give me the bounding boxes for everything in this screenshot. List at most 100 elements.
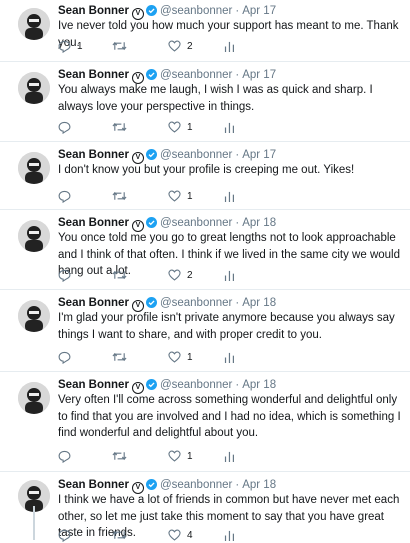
tweet-date[interactable]: Apr 17 — [242, 69, 276, 81]
analytics-button[interactable] — [224, 119, 235, 135]
tweet[interactable]: Sean Bonner V @seanbonner · Apr 17 You alway… — [0, 62, 410, 142]
analytics-icon — [224, 352, 235, 363]
tweet-feed: Sean Bonner V @seanbonner · Apr 17 Ive never… — [0, 0, 410, 543]
tweet-actions: 2 — [58, 267, 410, 283]
retweet-icon — [112, 121, 127, 133]
retweet-button[interactable] — [112, 119, 133, 135]
author-name[interactable]: Sean Bonner — [58, 5, 129, 17]
retweet-button[interactable] — [112, 448, 133, 464]
retweet-button[interactable] — [112, 527, 133, 543]
like-button[interactable]: 2 — [168, 267, 193, 283]
author-name[interactable]: Sean Bonner — [58, 297, 129, 309]
analytics-button[interactable] — [224, 349, 235, 365]
retweet-icon — [112, 351, 127, 363]
tweet[interactable]: Sean Bonner V @seanbonner · Apr 17 I don't k… — [0, 142, 410, 210]
tweet[interactable]: Sean Bonner V @seanbonner · Apr 18 You once … — [0, 210, 410, 290]
reply-count: 1 — [77, 40, 83, 52]
like-button[interactable]: 2 — [168, 38, 193, 54]
tweet-date[interactable]: Apr 18 — [242, 379, 276, 391]
like-button[interactable]: 1 — [168, 349, 193, 365]
heart-icon — [168, 269, 181, 281]
heart-icon — [168, 40, 181, 52]
reply-icon — [58, 450, 71, 463]
tweet-text: I'm glad your profile isn't private anym… — [58, 312, 395, 341]
like-count: 1 — [187, 121, 193, 133]
tweet[interactable]: Sean Bonner V @seanbonner · Apr 18 I think w… — [0, 472, 410, 543]
heart-icon — [168, 529, 181, 541]
tweet-actions: 1 — [58, 349, 410, 365]
analytics-button[interactable] — [224, 38, 235, 54]
reply-icon — [58, 351, 71, 364]
author-handle[interactable]: @seanbonner — [160, 5, 232, 17]
tweet-date[interactable]: Apr 17 — [242, 5, 276, 17]
author-name[interactable]: Sean Bonner — [58, 69, 129, 81]
reply-button[interactable] — [58, 267, 77, 283]
like-count: 1 — [187, 190, 193, 202]
like-count: 1 — [187, 450, 193, 462]
author-handle[interactable]: @seanbonner — [160, 297, 232, 309]
like-button[interactable]: 1 — [168, 119, 193, 135]
analytics-button[interactable] — [224, 527, 235, 543]
separator: · — [235, 5, 240, 17]
like-button[interactable]: 4 — [168, 527, 193, 543]
like-button[interactable]: 1 — [168, 188, 193, 204]
analytics-button[interactable] — [224, 448, 235, 464]
analytics-button[interactable] — [224, 188, 235, 204]
tweet-date[interactable]: Apr 18 — [242, 297, 276, 309]
avatar[interactable] — [18, 382, 50, 414]
avatar[interactable] — [18, 220, 50, 252]
like-button[interactable]: 1 — [168, 448, 193, 464]
heart-icon — [168, 351, 181, 363]
avatar[interactable] — [18, 300, 50, 332]
tweet-date[interactable]: Apr 18 — [242, 217, 276, 229]
author-name[interactable]: Sean Bonner — [58, 149, 129, 161]
avatar[interactable] — [18, 152, 50, 184]
retweet-icon — [112, 40, 127, 52]
author-name[interactable]: Sean Bonner — [58, 217, 129, 229]
tweet[interactable]: Sean Bonner V @seanbonner · Apr 18 Very ofte… — [0, 372, 410, 472]
reply-button[interactable] — [58, 119, 77, 135]
tweet-actions: 4 — [58, 527, 410, 543]
reply-button[interactable]: 1 — [58, 38, 83, 54]
tweet[interactable]: Sean Bonner V @seanbonner · Apr 17 Ive never… — [0, 0, 410, 62]
retweet-button[interactable] — [112, 188, 133, 204]
retweet-button[interactable] — [112, 38, 133, 54]
analytics-button[interactable] — [224, 267, 235, 283]
separator: · — [235, 479, 240, 491]
thread-connector-line — [33, 506, 35, 540]
heart-icon — [168, 450, 181, 462]
reply-button[interactable] — [58, 349, 77, 365]
heart-icon — [168, 121, 181, 133]
tweet-date[interactable]: Apr 18 — [242, 479, 276, 491]
author-handle[interactable]: @seanbonner — [160, 379, 232, 391]
avatar[interactable] — [18, 8, 50, 40]
author-handle[interactable]: @seanbonner — [160, 217, 232, 229]
avatar[interactable] — [18, 72, 50, 104]
retweet-icon — [112, 450, 127, 462]
analytics-icon — [224, 41, 235, 52]
reply-icon — [58, 269, 71, 282]
retweet-icon — [112, 190, 127, 202]
reply-icon — [58, 121, 71, 134]
tweet-actions: 1 2 — [58, 38, 410, 54]
tweet-actions: 1 — [58, 119, 410, 135]
reply-button[interactable] — [58, 448, 77, 464]
author-name[interactable]: Sean Bonner — [58, 479, 129, 491]
retweet-button[interactable] — [112, 349, 133, 365]
tweet[interactable]: Sean Bonner V @seanbonner · Apr 18 I'm glad … — [0, 290, 410, 372]
retweet-icon — [112, 269, 127, 281]
reply-button[interactable] — [58, 527, 77, 543]
analytics-icon — [224, 270, 235, 281]
retweet-icon — [112, 529, 127, 541]
tweet-actions: 1 — [58, 448, 410, 464]
author-handle[interactable]: @seanbonner — [160, 69, 232, 81]
reply-button[interactable] — [58, 188, 77, 204]
tweet-text: I don't know you but your profile is cre… — [58, 164, 355, 176]
author-name[interactable]: Sean Bonner — [58, 379, 129, 391]
reply-icon — [58, 40, 71, 53]
tweet-date[interactable]: Apr 17 — [242, 149, 276, 161]
author-handle[interactable]: @seanbonner — [160, 479, 232, 491]
like-count: 2 — [187, 40, 193, 52]
author-handle[interactable]: @seanbonner — [160, 149, 232, 161]
retweet-button[interactable] — [112, 267, 133, 283]
